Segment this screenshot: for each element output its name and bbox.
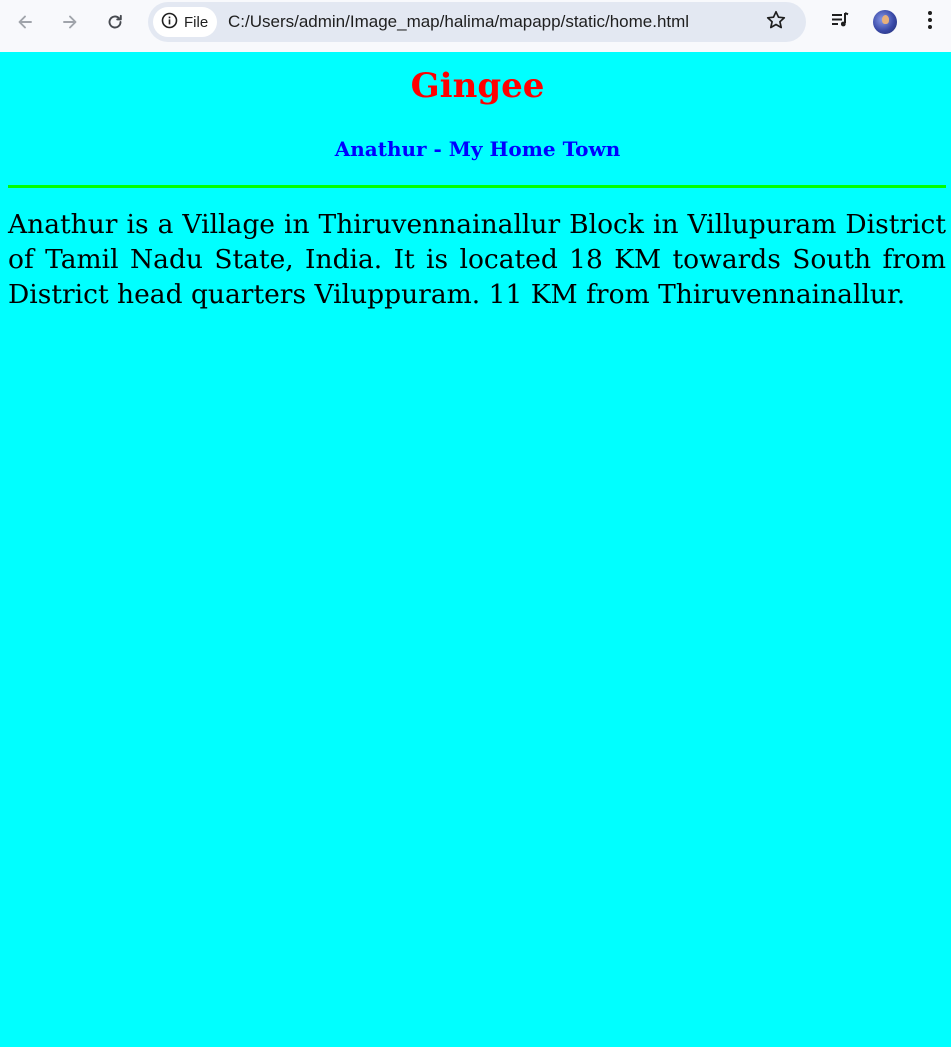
page-subtitle: Anathur - My Home Town	[334, 137, 621, 161]
browser-toolbar: File C:/Users/admin/Image_map/halima/map…	[0, 0, 951, 52]
back-arrow-icon	[15, 12, 35, 32]
reload-icon	[105, 12, 125, 32]
site-info-chip[interactable]: File	[153, 7, 217, 37]
kebab-menu-icon	[927, 10, 933, 34]
forward-button[interactable]	[54, 6, 86, 38]
avatar	[873, 10, 897, 34]
horizontal-divider	[8, 185, 946, 188]
media-queue-button[interactable]	[826, 8, 854, 36]
url-text[interactable]: C:/Users/admin/Image_map/halima/mapapp/s…	[228, 12, 689, 32]
info-circle-icon	[161, 12, 178, 33]
description-paragraph: Anathur is a Village in Thiruvennainallu…	[8, 209, 946, 310]
back-button[interactable]	[9, 6, 41, 38]
page-content: Gingee Anathur - My Home Town Anathur is…	[0, 52, 951, 1047]
media-queue-icon	[829, 9, 851, 35]
page-title: Gingee	[410, 66, 545, 106]
star-icon	[765, 9, 787, 35]
forward-arrow-icon	[60, 12, 80, 32]
menu-button[interactable]	[916, 8, 944, 36]
site-info-label: File	[184, 13, 209, 31]
profile-button[interactable]	[871, 8, 899, 36]
reload-button[interactable]	[99, 6, 131, 38]
bookmark-button[interactable]	[764, 10, 788, 34]
address-bar[interactable]: File C:/Users/admin/Image_map/halima/map…	[148, 2, 806, 42]
